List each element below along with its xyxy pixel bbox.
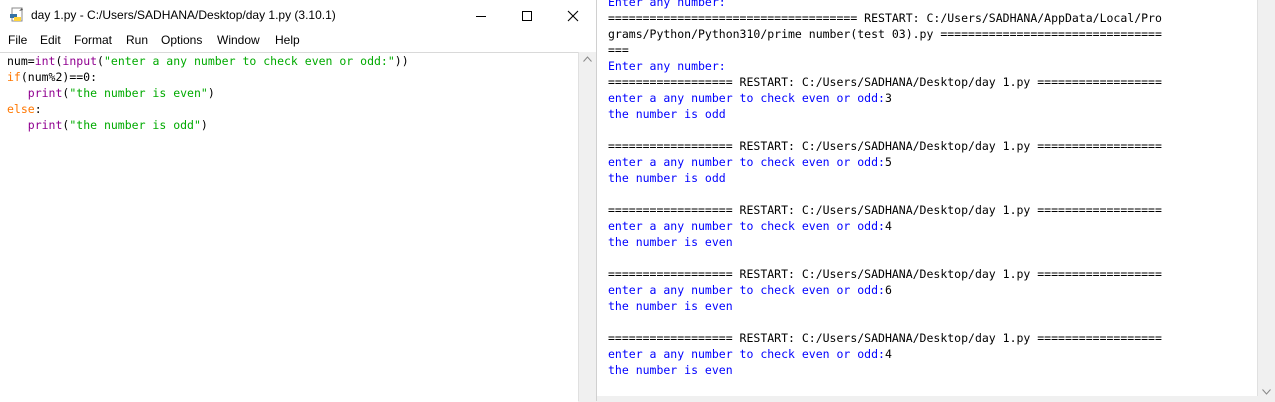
maximize-icon bbox=[522, 10, 532, 21]
code-token: "enter a any number to check even or odd… bbox=[103, 54, 395, 68]
code-token: "the number is even" bbox=[69, 86, 208, 100]
code-token: int bbox=[34, 54, 56, 68]
shell-text: the number is even bbox=[608, 235, 733, 249]
chevron-down-icon[interactable] bbox=[1262, 389, 1271, 395]
shell-text: ================== RESTART: C:/Users/SAD… bbox=[608, 75, 1162, 89]
shell-line: grams/Python/Python310/prime number(test… bbox=[608, 26, 1162, 42]
shell-text: Enter any number: bbox=[608, 0, 726, 9]
code-token: : bbox=[34, 102, 42, 116]
shell-input-value: 4 bbox=[884, 347, 892, 361]
shell-line: ==================================== RES… bbox=[608, 10, 1162, 26]
code-editor[interactable]: num=int(input("enter a any number to che… bbox=[0, 52, 578, 402]
shell-text: === bbox=[608, 43, 629, 57]
close-button[interactable] bbox=[550, 0, 596, 31]
shell-prompt: enter a any number to check even or odd: bbox=[608, 283, 885, 297]
shell-text: Enter any number: bbox=[608, 59, 726, 73]
shell-line: === bbox=[608, 42, 629, 58]
code-token: )) bbox=[394, 54, 409, 68]
shell-line: the number is even bbox=[608, 234, 733, 250]
shell-line: the number is even bbox=[608, 362, 733, 378]
shell-line: the number is even bbox=[608, 298, 733, 314]
shell-prompt: enter a any number to check even or odd: bbox=[608, 91, 885, 105]
shell-line: ================== RESTART: C:/Users/SAD… bbox=[608, 202, 1162, 218]
minimize-icon bbox=[476, 15, 486, 17]
shell-line: Enter any number: bbox=[608, 58, 726, 74]
chevron-up-icon[interactable] bbox=[583, 56, 592, 62]
shell-text: grams/Python/Python310/prime number(test… bbox=[608, 27, 1162, 41]
shell-text: the number is odd bbox=[608, 107, 726, 121]
menu-edit[interactable]: Edit bbox=[40, 33, 61, 47]
shell-line: enter a any number to check even or odd:… bbox=[608, 282, 892, 298]
code-token: (num%2)==0: bbox=[20, 70, 98, 84]
shell-text: ================== RESTART: C:/Users/SAD… bbox=[608, 139, 1162, 153]
code-token: num= bbox=[7, 54, 35, 68]
menu-file[interactable]: File bbox=[8, 33, 27, 47]
menu-format[interactable]: Format bbox=[74, 33, 112, 47]
shell-window[interactable]: Enter any number: =======================… bbox=[597, 0, 1275, 401]
menu-run[interactable]: Run bbox=[126, 33, 148, 47]
menu-bar: File Edit Format Run Options Window Help bbox=[0, 31, 596, 51]
shell-line: the number is odd bbox=[608, 170, 726, 186]
code-token: ( bbox=[97, 54, 104, 68]
code-token: print bbox=[27, 118, 63, 132]
shell-input-value: 6 bbox=[884, 283, 892, 297]
shell-line: ================== RESTART: C:/Users/SAD… bbox=[608, 138, 1162, 154]
code-line-4: else: bbox=[7, 101, 42, 117]
title-bar[interactable]: day 1.py - C:/Users/SADHANA/Desktop/day … bbox=[0, 0, 596, 31]
shell-line: the number is odd bbox=[608, 106, 726, 122]
code-token: input bbox=[62, 54, 98, 68]
code-token: print bbox=[27, 86, 63, 100]
shell-text: ==================================== RES… bbox=[608, 11, 1162, 25]
shell-line: Enter any number: bbox=[608, 0, 726, 10]
code-line-1: num=int(input("enter a any number to che… bbox=[7, 53, 409, 69]
menu-options[interactable]: Options bbox=[161, 33, 202, 47]
code-line-2: if(num%2)==0: bbox=[7, 69, 97, 85]
shell-scrollbar[interactable] bbox=[1257, 0, 1275, 401]
shell-text: ================== RESTART: C:/Users/SAD… bbox=[608, 267, 1162, 281]
shell-text: the number is even bbox=[608, 363, 733, 377]
shell-line: ================== RESTART: C:/Users/SAD… bbox=[608, 330, 1162, 346]
menu-help[interactable]: Help bbox=[275, 33, 300, 47]
menu-window[interactable]: Window bbox=[217, 33, 260, 47]
python-file-icon bbox=[10, 7, 23, 22]
shell-prompt: enter a any number to check even or odd: bbox=[608, 347, 885, 361]
shell-text: ================== RESTART: C:/Users/SAD… bbox=[608, 331, 1162, 345]
shell-text: the number is even bbox=[608, 299, 733, 313]
shell-input-value: 4 bbox=[884, 219, 892, 233]
shell-line: ================== RESTART: C:/Users/SAD… bbox=[608, 266, 1162, 282]
close-icon bbox=[567, 10, 579, 21]
shell-text: the number is odd bbox=[608, 171, 726, 185]
shell-line: enter a any number to check even or odd:… bbox=[608, 346, 892, 362]
shell-line: enter a any number to check even or odd:… bbox=[608, 218, 892, 234]
code-token: ) bbox=[207, 86, 215, 100]
maximize-button[interactable] bbox=[504, 0, 550, 31]
editor-window: day 1.py - C:/Users/SADHANA/Desktop/day … bbox=[0, 0, 597, 402]
shell-line: enter a any number to check even or odd:… bbox=[608, 90, 892, 106]
shell-line: enter a any number to check even or odd:… bbox=[608, 154, 892, 170]
minimize-button[interactable] bbox=[458, 0, 504, 31]
shell-input-value: 3 bbox=[884, 91, 892, 105]
code-line-3: print("the number is even") bbox=[7, 85, 215, 101]
shell-gutter bbox=[597, 0, 605, 401]
horizontal-scroll-track bbox=[597, 396, 1258, 401]
code-token: ) bbox=[200, 118, 208, 132]
shell-prompt: enter a any number to check even or odd: bbox=[608, 219, 885, 233]
shell-prompt: enter a any number to check even or odd: bbox=[608, 155, 885, 169]
code-token: if bbox=[7, 70, 21, 84]
shell-line: ================== RESTART: C:/Users/SAD… bbox=[608, 74, 1162, 90]
shell-input-value: 5 bbox=[884, 155, 892, 169]
code-token: "the number is odd" bbox=[69, 118, 201, 132]
code-line-5: print("the number is odd") bbox=[7, 117, 208, 133]
shell-text: ================== RESTART: C:/Users/SAD… bbox=[608, 203, 1162, 217]
code-token: else bbox=[7, 102, 35, 116]
editor-scrollbar[interactable] bbox=[578, 52, 596, 401]
window-title: day 1.py - C:/Users/SADHANA/Desktop/day … bbox=[31, 8, 336, 22]
